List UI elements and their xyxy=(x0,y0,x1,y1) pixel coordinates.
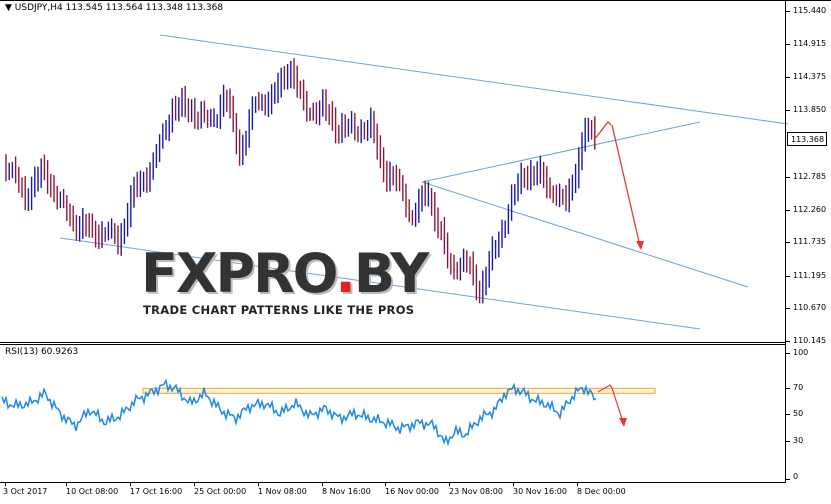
rsi-label: RSI(13) 60.9263 xyxy=(5,347,79,357)
price-tick-mark xyxy=(785,210,790,211)
time-tick-label: 30 Nov 16:00 xyxy=(513,487,567,496)
forecast-arrowhead xyxy=(636,241,644,250)
price-tick-label: 111.735 xyxy=(793,237,827,246)
price-tick-label: 110.145 xyxy=(793,336,827,345)
rsi-tick-label: 0 xyxy=(793,472,799,481)
price-tick-mark xyxy=(785,308,790,309)
rsi-tick-mark xyxy=(785,388,790,389)
price-tick-label: 110.670 xyxy=(793,303,827,312)
rsi-tick-label: 30 xyxy=(793,436,804,445)
time-tick-label: 8 Dec 00:00 xyxy=(577,487,626,496)
rsi-arrowhead xyxy=(619,418,627,427)
pane-divider[interactable] xyxy=(0,342,786,343)
current-price-label: 113.368 xyxy=(787,132,827,146)
time-tick-mark xyxy=(577,482,578,486)
time-tick-mark xyxy=(66,482,67,486)
time-tick-mark xyxy=(5,482,6,486)
time-tick-label: 25 Oct 00:00 xyxy=(194,487,247,496)
fxpro-watermark-logo: FXPRO.BY TRADE CHART PATTERNS LIKE THE P… xyxy=(137,247,429,323)
price-tick-label: 112.260 xyxy=(793,205,827,214)
price-tick-mark xyxy=(785,11,790,12)
time-tick-mark xyxy=(130,482,131,486)
price-tick-mark xyxy=(785,242,790,243)
wedge-lower-line xyxy=(421,181,749,288)
logo-brand-part1: FXPRO xyxy=(141,242,337,305)
logo-tagline: TRADE CHART PATTERNS LIKE THE PROS xyxy=(143,303,415,317)
price-tick-mark xyxy=(785,341,790,342)
symbol-title: USDJPY,H4 xyxy=(14,3,63,13)
rsi-tick-mark xyxy=(785,441,790,442)
time-tick-mark xyxy=(322,482,323,486)
price-tick-label: 111.195 xyxy=(793,271,827,280)
time-tick-mark xyxy=(513,482,514,486)
time-tick-label: 3 Oct 2017 xyxy=(3,487,48,496)
wedge-upper-line xyxy=(421,121,701,183)
rsi-tick-label: 100 xyxy=(793,348,809,357)
price-tick-label: 114.375 xyxy=(793,72,827,81)
time-tick-mark xyxy=(449,482,450,486)
price-tick-mark xyxy=(785,44,790,45)
logo-brand-dot: . xyxy=(335,242,355,305)
rsi-tick-label: 50 xyxy=(793,409,804,418)
rsi-top-border xyxy=(0,344,786,345)
price-tick-label: 112.785 xyxy=(793,172,827,181)
time-tick-label: 17 Oct 16:00 xyxy=(130,487,183,496)
time-tick-label: 8 Nov 16:00 xyxy=(322,487,371,496)
rsi-tick-mark xyxy=(785,353,790,354)
forecast-arrow-down xyxy=(611,124,641,247)
chart-window: ▼ USDJPY,H4 113.545 113.564 113.348 113.… xyxy=(0,0,831,504)
price-tick-mark xyxy=(785,110,790,111)
price-tick-label: 115.440 xyxy=(793,6,827,15)
dropdown-icon[interactable]: ▼ xyxy=(5,3,12,13)
forecast-arrow-up xyxy=(593,121,612,141)
price-tick-label: 114.915 xyxy=(793,39,827,48)
symbol-header: ▼ USDJPY,H4 113.545 113.564 113.348 113.… xyxy=(5,3,223,13)
time-axis-border xyxy=(0,482,786,483)
rsi-tick-label: 70 xyxy=(793,383,804,392)
frame-top xyxy=(0,0,831,1)
price-tick-label: 113.850 xyxy=(793,105,827,114)
time-tick-mark xyxy=(194,482,195,486)
time-tick-label: 16 Nov 00:00 xyxy=(385,487,439,496)
time-tick-label: 1 Nov 08:00 xyxy=(258,487,307,496)
time-tick-mark xyxy=(385,482,386,486)
price-tick-mark xyxy=(785,77,790,78)
logo-wordmark: FXPRO.BY xyxy=(141,247,429,301)
rsi-tick-mark xyxy=(785,414,790,415)
price-tick-mark xyxy=(785,276,790,277)
upper-channel-line xyxy=(159,34,789,125)
time-tick-label: 23 Nov 08:00 xyxy=(449,487,503,496)
rsi-tick-mark xyxy=(785,479,790,480)
ohlc-values: 113.545 113.564 113.348 113.368 xyxy=(65,3,224,13)
time-tick-mark xyxy=(258,482,259,486)
time-tick-label: 10 Oct 08:00 xyxy=(66,487,119,496)
logo-brand-part2: BY xyxy=(353,242,429,305)
price-tick-mark xyxy=(785,177,790,178)
